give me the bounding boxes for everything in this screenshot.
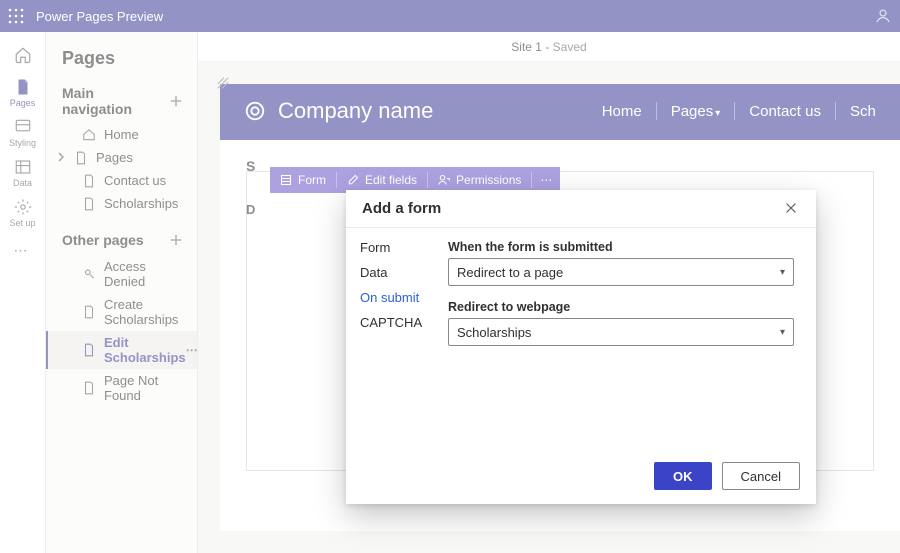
on-submit-value: Redirect to a page <box>457 265 563 280</box>
cancel-button[interactable]: Cancel <box>722 462 800 490</box>
close-button[interactable] <box>784 201 800 217</box>
on-submit-label: When the form is submitted <box>448 240 794 254</box>
modal-form-area: When the form is submitted Redirect to a… <box>442 228 816 452</box>
redirect-value: Scholarships <box>457 325 531 340</box>
redirect-label: Redirect to webpage <box>448 300 794 314</box>
chevron-down-icon: ▾ <box>780 327 785 338</box>
chevron-down-icon: ▾ <box>780 267 785 278</box>
modal-title: Add a form <box>362 200 441 217</box>
add-form-modal: Add a form Form Data On submit CAPTCHA W… <box>346 190 816 504</box>
on-submit-select[interactable]: Redirect to a page ▾ <box>448 258 794 286</box>
ok-button[interactable]: OK <box>654 462 712 490</box>
redirect-select[interactable]: Scholarships ▾ <box>448 318 794 346</box>
modal-nav-data[interactable]: Data <box>360 265 442 280</box>
modal-side-nav: Form Data On submit CAPTCHA <box>346 228 442 452</box>
modal-nav-on-submit[interactable]: On submit <box>360 290 442 305</box>
modal-nav-captcha[interactable]: CAPTCHA <box>360 315 442 330</box>
modal-nav-form[interactable]: Form <box>360 240 442 255</box>
